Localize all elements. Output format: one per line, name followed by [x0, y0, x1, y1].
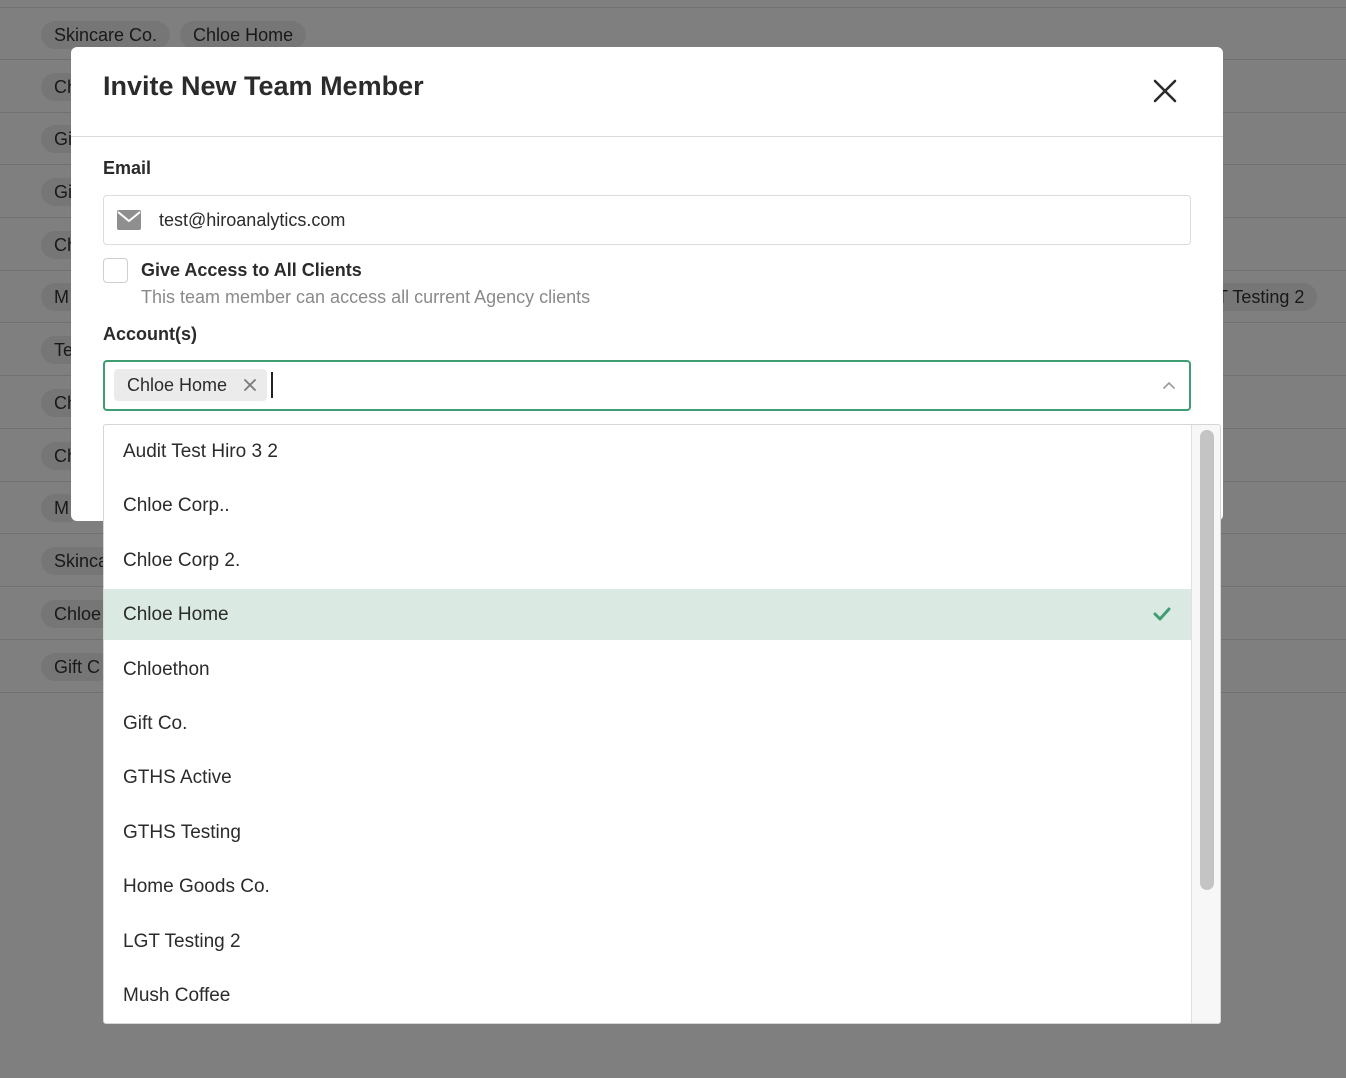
option-label: Chloethon	[123, 659, 210, 680]
option-label: Gift Co.	[123, 713, 188, 734]
dropdown-option[interactable]: Audit Test Hiro 3 2	[104, 426, 1191, 477]
modal-title: Invite New Team Member	[103, 71, 424, 101]
option-label: Chloe Home	[123, 604, 229, 625]
checkmark-icon	[1153, 607, 1171, 621]
dropdown-option[interactable]: LGT Testing 2	[104, 916, 1191, 967]
accounts-select[interactable]: Chloe Home	[103, 360, 1191, 411]
close-button[interactable]	[1151, 77, 1179, 105]
dropdown-option[interactable]: Chloe Corp..	[104, 480, 1191, 531]
accounts-label: Account(s)	[103, 324, 197, 344]
chip-label: Chloe Home	[127, 375, 228, 395]
scrollbar-thumb[interactable]	[1200, 430, 1214, 890]
all-clients-label: Give Access to All Clients	[141, 260, 362, 280]
all-clients-description: This team member can access all current …	[141, 287, 591, 307]
email-field[interactable]	[103, 195, 1191, 245]
modal-header: Invite New Team Member	[71, 47, 1223, 137]
all-clients-checkbox[interactable]	[103, 258, 128, 283]
chevron-up-icon[interactable]	[1163, 381, 1175, 389]
dropdown-scrollbar[interactable]	[1191, 425, 1220, 1023]
accounts-dropdown: Mush Coffee LGT Testing 2 Home Goods Co. GT…	[103, 424, 1221, 1024]
option-label: GTHS Testing	[123, 822, 241, 843]
dropdown-option[interactable]: Gift Co.	[104, 698, 1191, 749]
dropdown-option[interactable]: Chloethon	[104, 644, 1191, 695]
dropdown-option[interactable]: Chloe Home	[104, 589, 1191, 640]
option-label: Mush Coffee	[123, 985, 231, 1006]
email-input[interactable]	[159, 196, 1159, 244]
remove-chip-icon[interactable]	[243, 378, 257, 392]
option-label: Audit Test Hiro 3 2	[123, 441, 278, 462]
mail-icon	[117, 210, 141, 230]
dropdown-option[interactable]: GTHS Testing	[104, 807, 1191, 858]
dropdown-option[interactable]: Chloe Corp 2.	[104, 535, 1191, 586]
dropdown-option[interactable]: Home Goods Co.	[104, 861, 1191, 912]
option-label: Chloe Corp 2.	[123, 550, 241, 571]
selected-account-chip: Chloe Home	[114, 369, 268, 401]
option-label: LGT Testing 2	[123, 931, 241, 952]
text-caret	[271, 372, 273, 398]
close-icon	[1153, 79, 1177, 103]
dropdown-option[interactable]: GTHS Active	[104, 752, 1191, 803]
option-label: Chloe Corp..	[123, 495, 230, 516]
option-label: GTHS Active	[123, 767, 232, 788]
dropdown-option[interactable]: Mush Coffee	[104, 970, 1191, 1021]
email-label: Email	[103, 158, 152, 178]
option-label: Home Goods Co.	[123, 876, 270, 897]
